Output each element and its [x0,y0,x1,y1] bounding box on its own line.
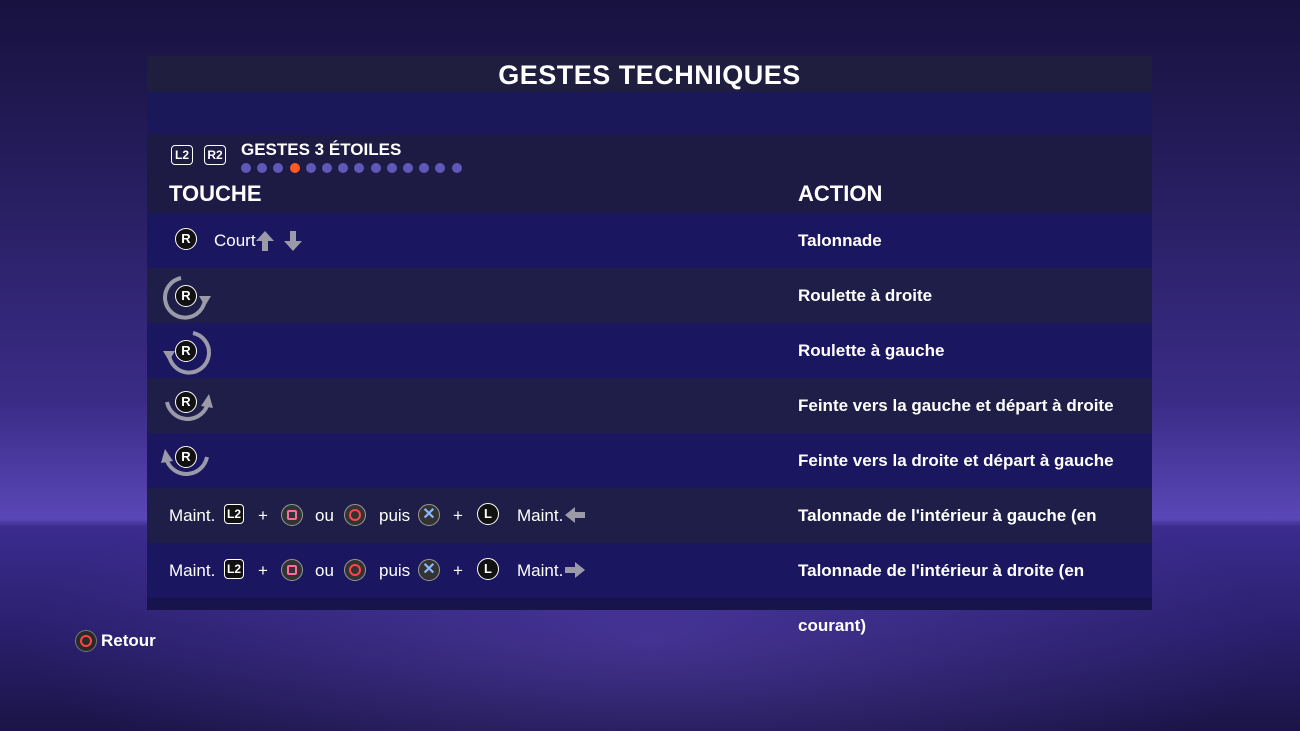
action-text: Feinte vers la gauche et départ à droite [798,396,1114,415]
right-stick-icon: R [175,391,197,413]
tab-title: GESTES 3 ÉTOILES [241,140,402,159]
hold-text: Maint. [517,506,564,525]
page-dot [241,163,251,173]
hold-text: Maint. [169,561,216,580]
action-text: Talonnade [798,231,882,250]
right-stick-icon: R [175,228,197,250]
plus-text: + [453,506,463,525]
circle-button-icon [344,559,366,581]
back-label: Retour [101,631,156,650]
table-row[interactable]: Maint. L2 + ou puis ✕ + L Maint. Talonna… [147,543,1152,635]
skill-moves-screen: GESTES TECHNIQUES L2 R2 GESTES 3 ÉTOILES… [0,0,1300,731]
page-dot [403,163,413,173]
circle-button-icon [75,630,97,652]
skill-moves-panel: GESTES TECHNIQUES L2 R2 GESTES 3 ÉTOILES… [147,56,1152,635]
circle-button-icon [344,504,366,526]
column-header-control: TOUCHE [169,181,262,206]
l2-prev-tab-button[interactable]: L2 [171,145,193,165]
arrow-left-icon [565,507,585,523]
hold-text: Maint. [169,506,216,525]
l2-button-icon: L2 [224,559,244,579]
left-stick-icon: L [477,503,499,525]
then-text: puis [379,506,411,525]
plus-text: + [453,561,463,580]
arrow-down-icon [284,231,302,251]
hold-text: Maint. [517,561,564,580]
right-stick-icon: R [175,340,197,362]
plus-text: + [258,561,268,580]
page-dot-active [289,163,300,173]
right-stick-icon: R [175,446,197,468]
square-button-icon [281,504,303,526]
arrow-right-icon [565,562,585,578]
action-text: Talonnade de l'intérieur à droite (en co… [798,561,1085,635]
action-text: Feinte vers la droite et départ à gauche [798,451,1114,470]
square-button-icon [281,559,303,581]
page-title: GESTES TECHNIQUES [147,56,1152,92]
page-dot [322,163,332,173]
table-row[interactable]: R Roulette à droite [147,268,1152,323]
action-text: Roulette à droite [798,286,933,305]
right-stick-icon: R [175,285,197,307]
table-row[interactable]: R Roulette à gauche [147,323,1152,378]
action-text: Roulette à gauche [798,341,945,360]
page-dot [451,163,462,173]
l2-button-icon: L2 [224,504,244,524]
table-row[interactable]: R Court Talonnade [147,213,1152,268]
r2-next-tab-button[interactable]: R2 [204,145,226,165]
page-dot [370,163,381,173]
table-row[interactable]: R Feinte vers la gauche et départ à droi… [147,378,1152,433]
subheader-bar [147,92,1152,135]
then-text: puis [379,561,411,580]
control-text: Court [214,231,256,250]
page-dot [386,163,397,173]
table-row[interactable]: Maint. L2 + ou puis ✕ + L Maint. Talonna… [147,488,1152,580]
table-row[interactable]: R Feinte vers la droite et départ à gauc… [147,433,1152,488]
arrow-up-icon [256,231,274,251]
column-header-action: ACTION [798,181,883,206]
or-text: ou [315,561,334,580]
cross-button-icon: ✕ [418,504,440,526]
page-dot [305,163,316,173]
left-stick-icon: L [477,558,499,580]
action-text: Talonnade de l'intérieur à gauche (en co… [798,506,1097,580]
or-text: ou [315,506,334,525]
cross-button-icon: ✕ [418,559,440,581]
plus-text: + [258,506,268,525]
